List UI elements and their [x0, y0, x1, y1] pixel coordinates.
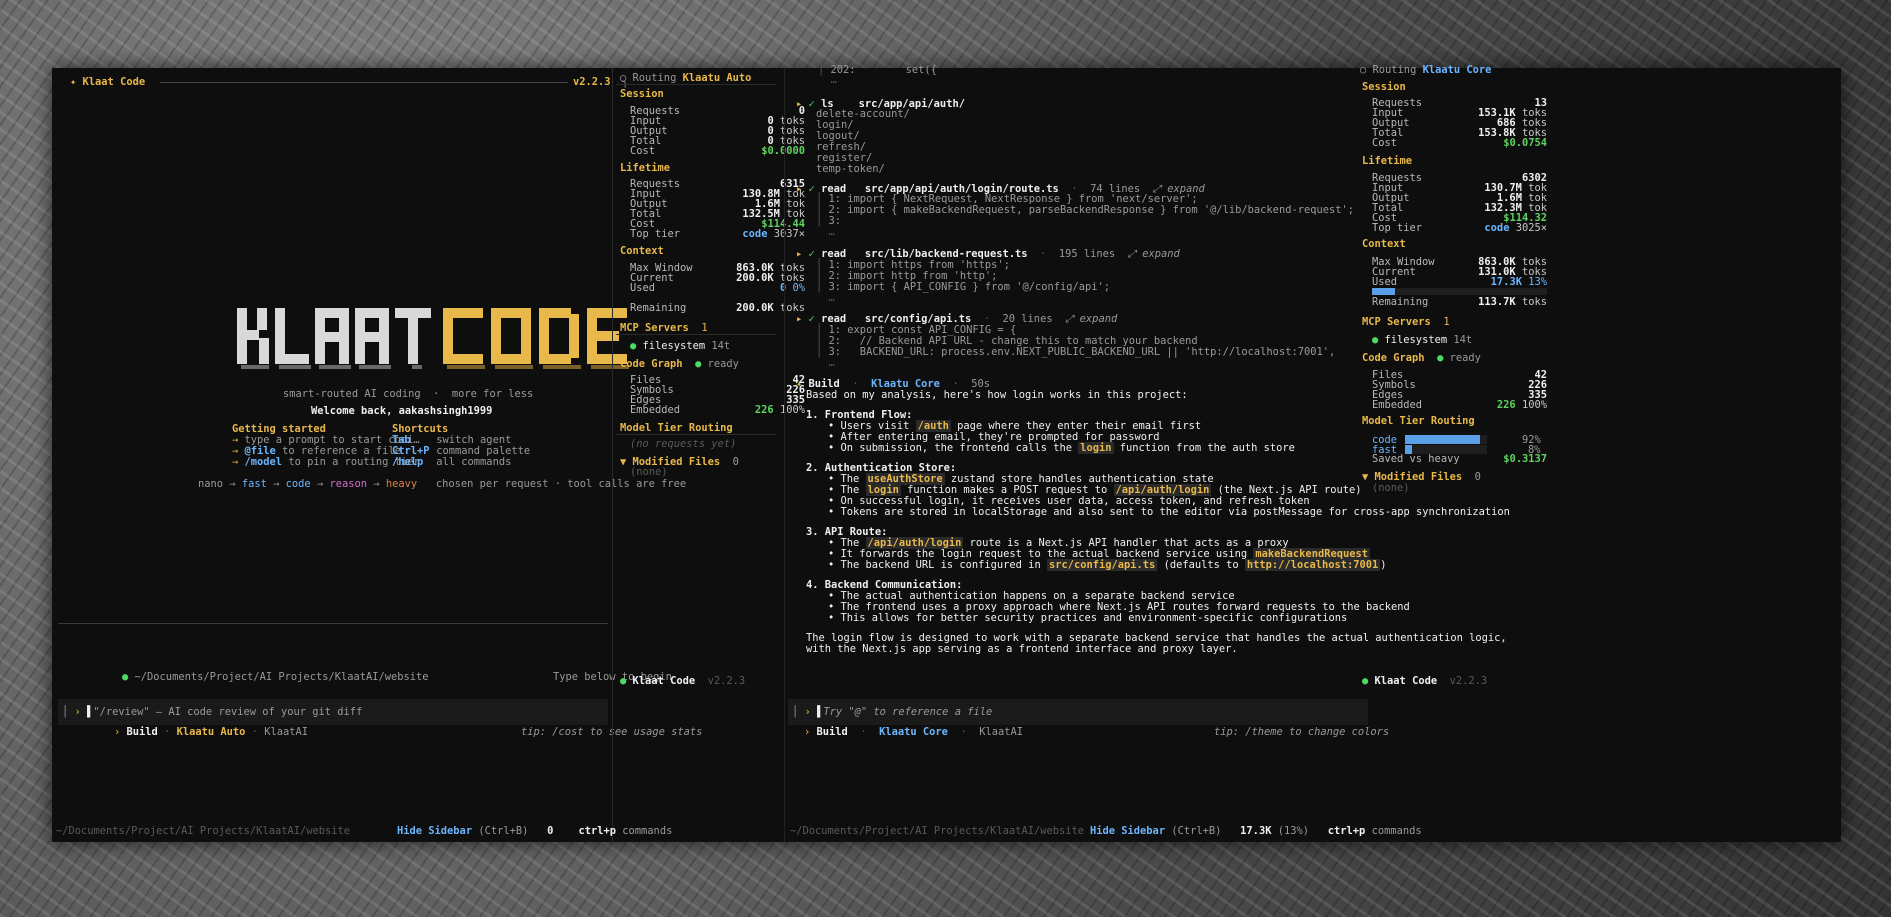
mcp-heading-1: MCP Servers 1	[620, 322, 708, 334]
tool-output-line: │ 3: BACKEND_URL: process.env.NEXT_PUBLI…	[816, 346, 1336, 358]
stat-row: Saved vs heavy $0.3137	[1372, 453, 1547, 465]
stat-row: Remaining 113.7K toks	[1372, 296, 1547, 308]
routing-label-2: ○ Routing Klaatu Core	[1360, 64, 1492, 76]
tagline: smart-routed AI coding · more for less	[283, 388, 534, 400]
mcp-heading-2: MCP Servers 1	[1362, 316, 1450, 328]
session-heading-2: Session	[1362, 81, 1406, 93]
logo-graphic	[237, 308, 629, 369]
context-heading-2: Context	[1362, 238, 1406, 250]
sparkle-icon: ✦	[70, 76, 77, 88]
stat-row: Embedded 226 100%	[1372, 399, 1547, 411]
stat-row: Top tier code 3025×	[1372, 222, 1547, 234]
pane-divider	[784, 68, 785, 842]
context-usage-bar	[1372, 288, 1547, 295]
model-tier-heading-2: Model Tier Routing	[1362, 415, 1475, 427]
stat-row: Used 17.3K 13%	[1372, 276, 1547, 288]
agent-status-1[interactable]: › Build · Klaatu Auto · KlaatAI	[114, 726, 308, 738]
tip-2: tip: /theme to change colors	[1214, 726, 1390, 738]
prompt-input-2[interactable]: │ › ▌Try "@" to reference a file	[788, 699, 1368, 725]
mcp-server-1[interactable]: ● filesystem 14t	[630, 340, 730, 352]
footer-status-2: Hide Sidebar (Ctrl+B) 17.3K (13%) ctrl+p…	[1090, 825, 1422, 837]
stat-row: Top tier code 3037×	[630, 228, 805, 240]
footer-path-1: ~/Documents/Project/AI Projects/KlaatAI/…	[56, 825, 351, 837]
tool-output-line: …	[828, 226, 835, 238]
tool-output-line: …	[828, 357, 835, 369]
context-heading-1: Context	[620, 245, 664, 257]
modified-files-empty-2: (none)	[1372, 482, 1410, 494]
tool-output-line: │ 3: import { API_CONFIG } from '@/confi…	[816, 281, 1111, 293]
lifetime-heading-2: Lifetime	[1362, 155, 1413, 167]
footer-status-1: Hide Sidebar (Ctrl+B) 0 ctrl+p commands	[397, 825, 673, 837]
shortcut-item: /help all commands	[392, 456, 512, 468]
sidebar-footer-2: ● Klaat Code v2.2.3	[1362, 675, 1488, 687]
response-line: with the Next.js app serving as a fronte…	[806, 643, 1238, 655]
app-version: v2.2.3	[573, 76, 611, 88]
response-line: • The backend URL is configured in src/c…	[828, 559, 1387, 571]
klaat-code-logo	[237, 308, 662, 373]
modified-files-empty-1: (none)	[630, 466, 668, 478]
sidebar-rule	[616, 84, 776, 85]
routing-label-1: ○ Routing Klaatu Auto	[620, 72, 752, 84]
pane-divider	[612, 68, 613, 842]
title-rule	[160, 82, 568, 83]
welcome-message: Welcome back, aakashsingh1999	[311, 405, 493, 417]
response-line: Based on my analysis, here's how login w…	[806, 389, 1188, 401]
code-graph-heading-1: Code Graph ● ready	[620, 358, 739, 370]
session-heading-1: Session	[620, 88, 664, 100]
hide-sidebar-button[interactable]: Hide Sidebar	[1090, 825, 1165, 837]
tier-bar-code	[1405, 435, 1487, 444]
hide-sidebar-button[interactable]: Hide Sidebar	[397, 825, 472, 837]
response-line: • Tokens are stored in localStorage and …	[828, 506, 1510, 518]
welcome-title: ✦ Klaat Code	[70, 76, 145, 88]
stat-row: Used0 0%	[630, 282, 805, 294]
prompt-input-1[interactable]: │ › ▌"/review" — AI code review of your …	[58, 699, 608, 725]
context-usage-fill	[1372, 288, 1395, 295]
tool-output-line: │ 2: import { makeBackendRequest, parseB…	[816, 204, 1355, 216]
footer-path-2: ~/Documents/Project/AI Projects/KlaatAI/…	[790, 825, 1085, 837]
agent-status-2[interactable]: › Build · Klaatu Core · KlaatAI	[804, 726, 1023, 738]
tool-output-line: …	[828, 292, 835, 304]
code-graph-heading-2: Code Graph ● ready	[1362, 352, 1481, 364]
model-tier-empty-1: (no requests yet)	[630, 438, 737, 450]
app-title: Klaat Code	[82, 76, 146, 88]
terminal-window: ✦ Klaat Code v2.2.3 ╮ smart-routed AI co…	[52, 64, 1841, 842]
stat-row: Embedded 226 100%	[630, 404, 805, 416]
cwd-indicator: ● ~/Documents/Project/AI Projects/KlaatA…	[122, 671, 429, 683]
model-tier-heading-1: Model Tier Routing	[620, 422, 733, 434]
stat-row: Remaining 200.0K toks	[630, 302, 805, 314]
response-line: • On submission, the frontend calls the …	[828, 442, 1295, 454]
sidebar-footer-1: ● Klaat Code v2.2.3	[620, 675, 746, 687]
stat-row: Cost$0.0000	[630, 145, 805, 157]
tool-output-line: temp-token/	[816, 163, 885, 175]
lifetime-heading-1: Lifetime	[620, 162, 671, 174]
mcp-server-2[interactable]: ● filesystem 14t	[1372, 334, 1472, 346]
code-line: …	[830, 74, 837, 86]
response-line: • This allows for better security practi…	[828, 612, 1348, 624]
stat-row: Cost $0.0754	[1372, 137, 1547, 149]
